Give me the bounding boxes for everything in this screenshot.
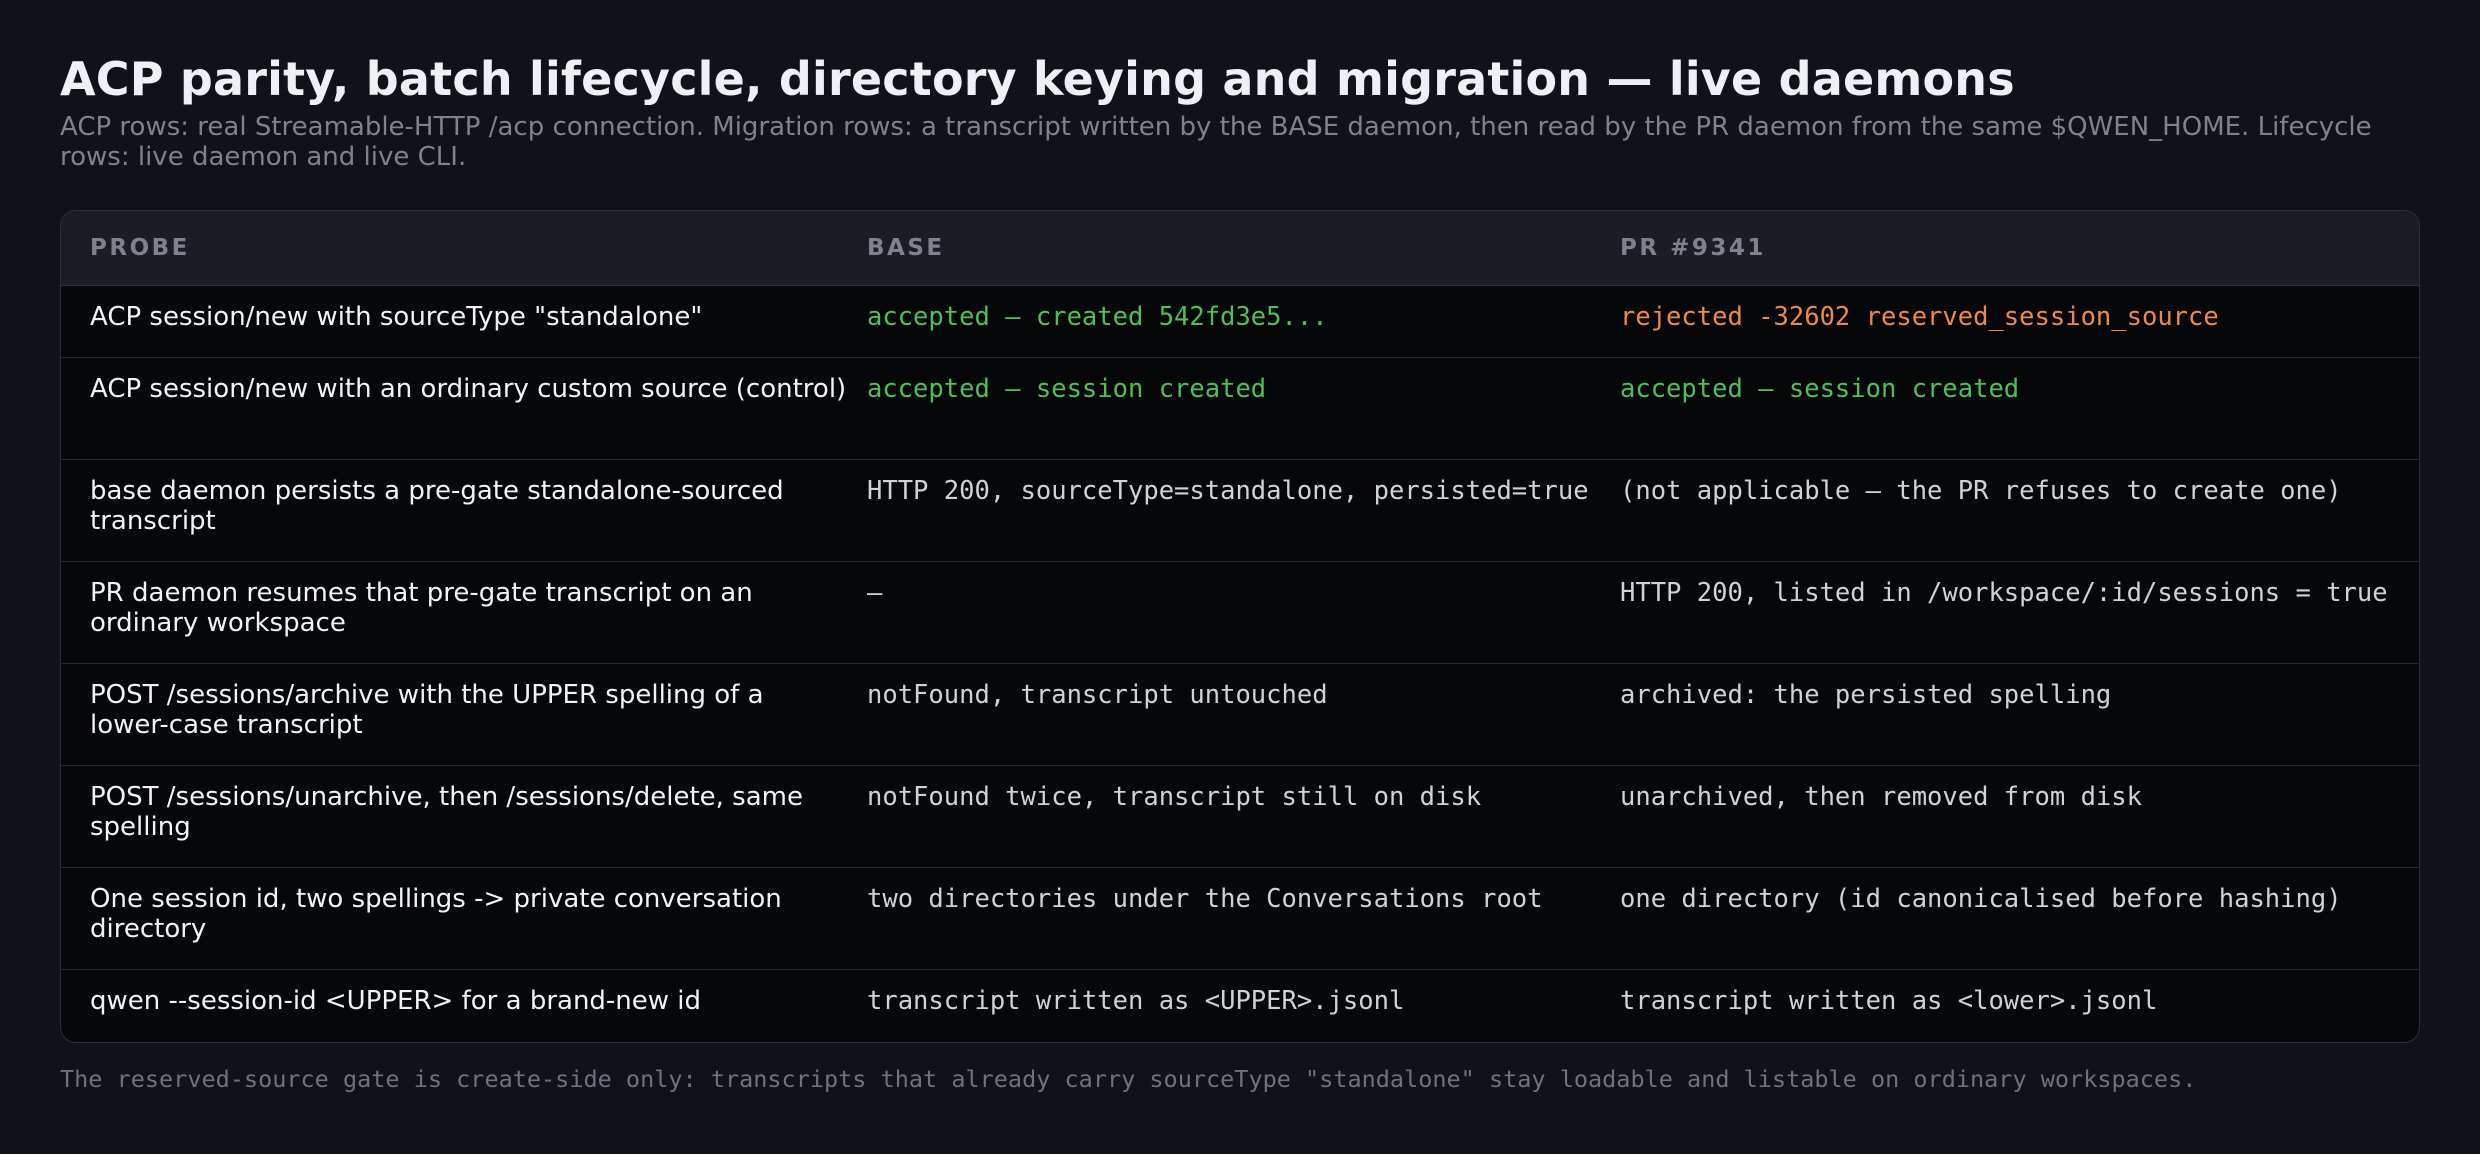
footer-note: The reserved-source gate is create-side … [60,1065,2197,1093]
base-cell: — [867,578,883,608]
page-title: ACP parity, batch lifecycle, directory k… [60,52,2015,106]
base-cell: two directories under the Conversations … [867,884,1543,914]
probe-cell: ACP session/new with an ordinary custom … [90,374,847,404]
table-row: qwen --session-id <UPPER> for a brand-ne… [61,970,2419,1042]
pr-cell: archived: the persisted spelling [1620,680,2112,710]
base-cell: notFound, transcript untouched [867,680,1328,710]
pr-cell: transcript written as <lower>.jsonl [1620,986,2158,1016]
base-cell: accepted — session created [867,374,1267,404]
table-row: base daemon persists a pre-gate standalo… [61,460,2419,562]
page-header: ACP parity, batch lifecycle, directory k… [60,52,2420,172]
column-header-base: BASE [867,235,945,261]
base-cell: transcript written as <UPPER>.jsonl [867,986,1405,1016]
probe-cell: PR daemon resumes that pre-gate transcri… [90,578,753,638]
column-header-pr: PR #9341 [1620,235,1766,261]
probe-cell: qwen --session-id <UPPER> for a brand-ne… [90,986,702,1016]
results-table: PROBE BASE PR #9341 ACP session/new with… [60,210,2420,1043]
probe-cell: POST /sessions/unarchive, then /sessions… [90,782,803,842]
table-row: One session id, two spellings -> private… [61,868,2419,970]
table-row: POST /sessions/archive with the UPPER sp… [61,664,2419,766]
probe-cell: POST /sessions/archive with the UPPER sp… [90,680,764,740]
probe-cell: base daemon persists a pre-gate standalo… [90,476,784,536]
column-header-probe: PROBE [90,235,190,261]
pr-cell: HTTP 200, listed in /workspace/:id/sessi… [1620,578,2388,608]
page-subtitle: ACP rows: real Streamable-HTTP /acp conn… [60,112,2372,172]
probe-cell: ACP session/new with sourceType "standal… [90,302,703,332]
table-header: PROBE BASE PR #9341 [61,211,2419,286]
pr-cell: one directory (id canonicalised before h… [1620,884,2342,914]
table-row: ACP session/new with sourceType "standal… [61,286,2419,358]
pr-cell: rejected -32602 reserved_session_source [1620,302,2219,332]
table-row: POST /sessions/unarchive, then /sessions… [61,766,2419,868]
probe-cell: One session id, two spellings -> private… [90,884,782,944]
pr-cell: (not applicable — the PR refuses to crea… [1620,476,2342,506]
base-cell: HTTP 200, sourceType=standalone, persist… [867,476,1589,506]
table-row: PR daemon resumes that pre-gate transcri… [61,562,2419,664]
table-row: ACP session/new with an ordinary custom … [61,358,2419,460]
base-cell: accepted — created 542fd3e5... [867,302,1328,332]
pr-cell: accepted — session created [1620,374,2020,404]
base-cell: notFound twice, transcript still on disk [867,782,1482,812]
pr-cell: unarchived, then removed from disk [1620,782,2142,812]
